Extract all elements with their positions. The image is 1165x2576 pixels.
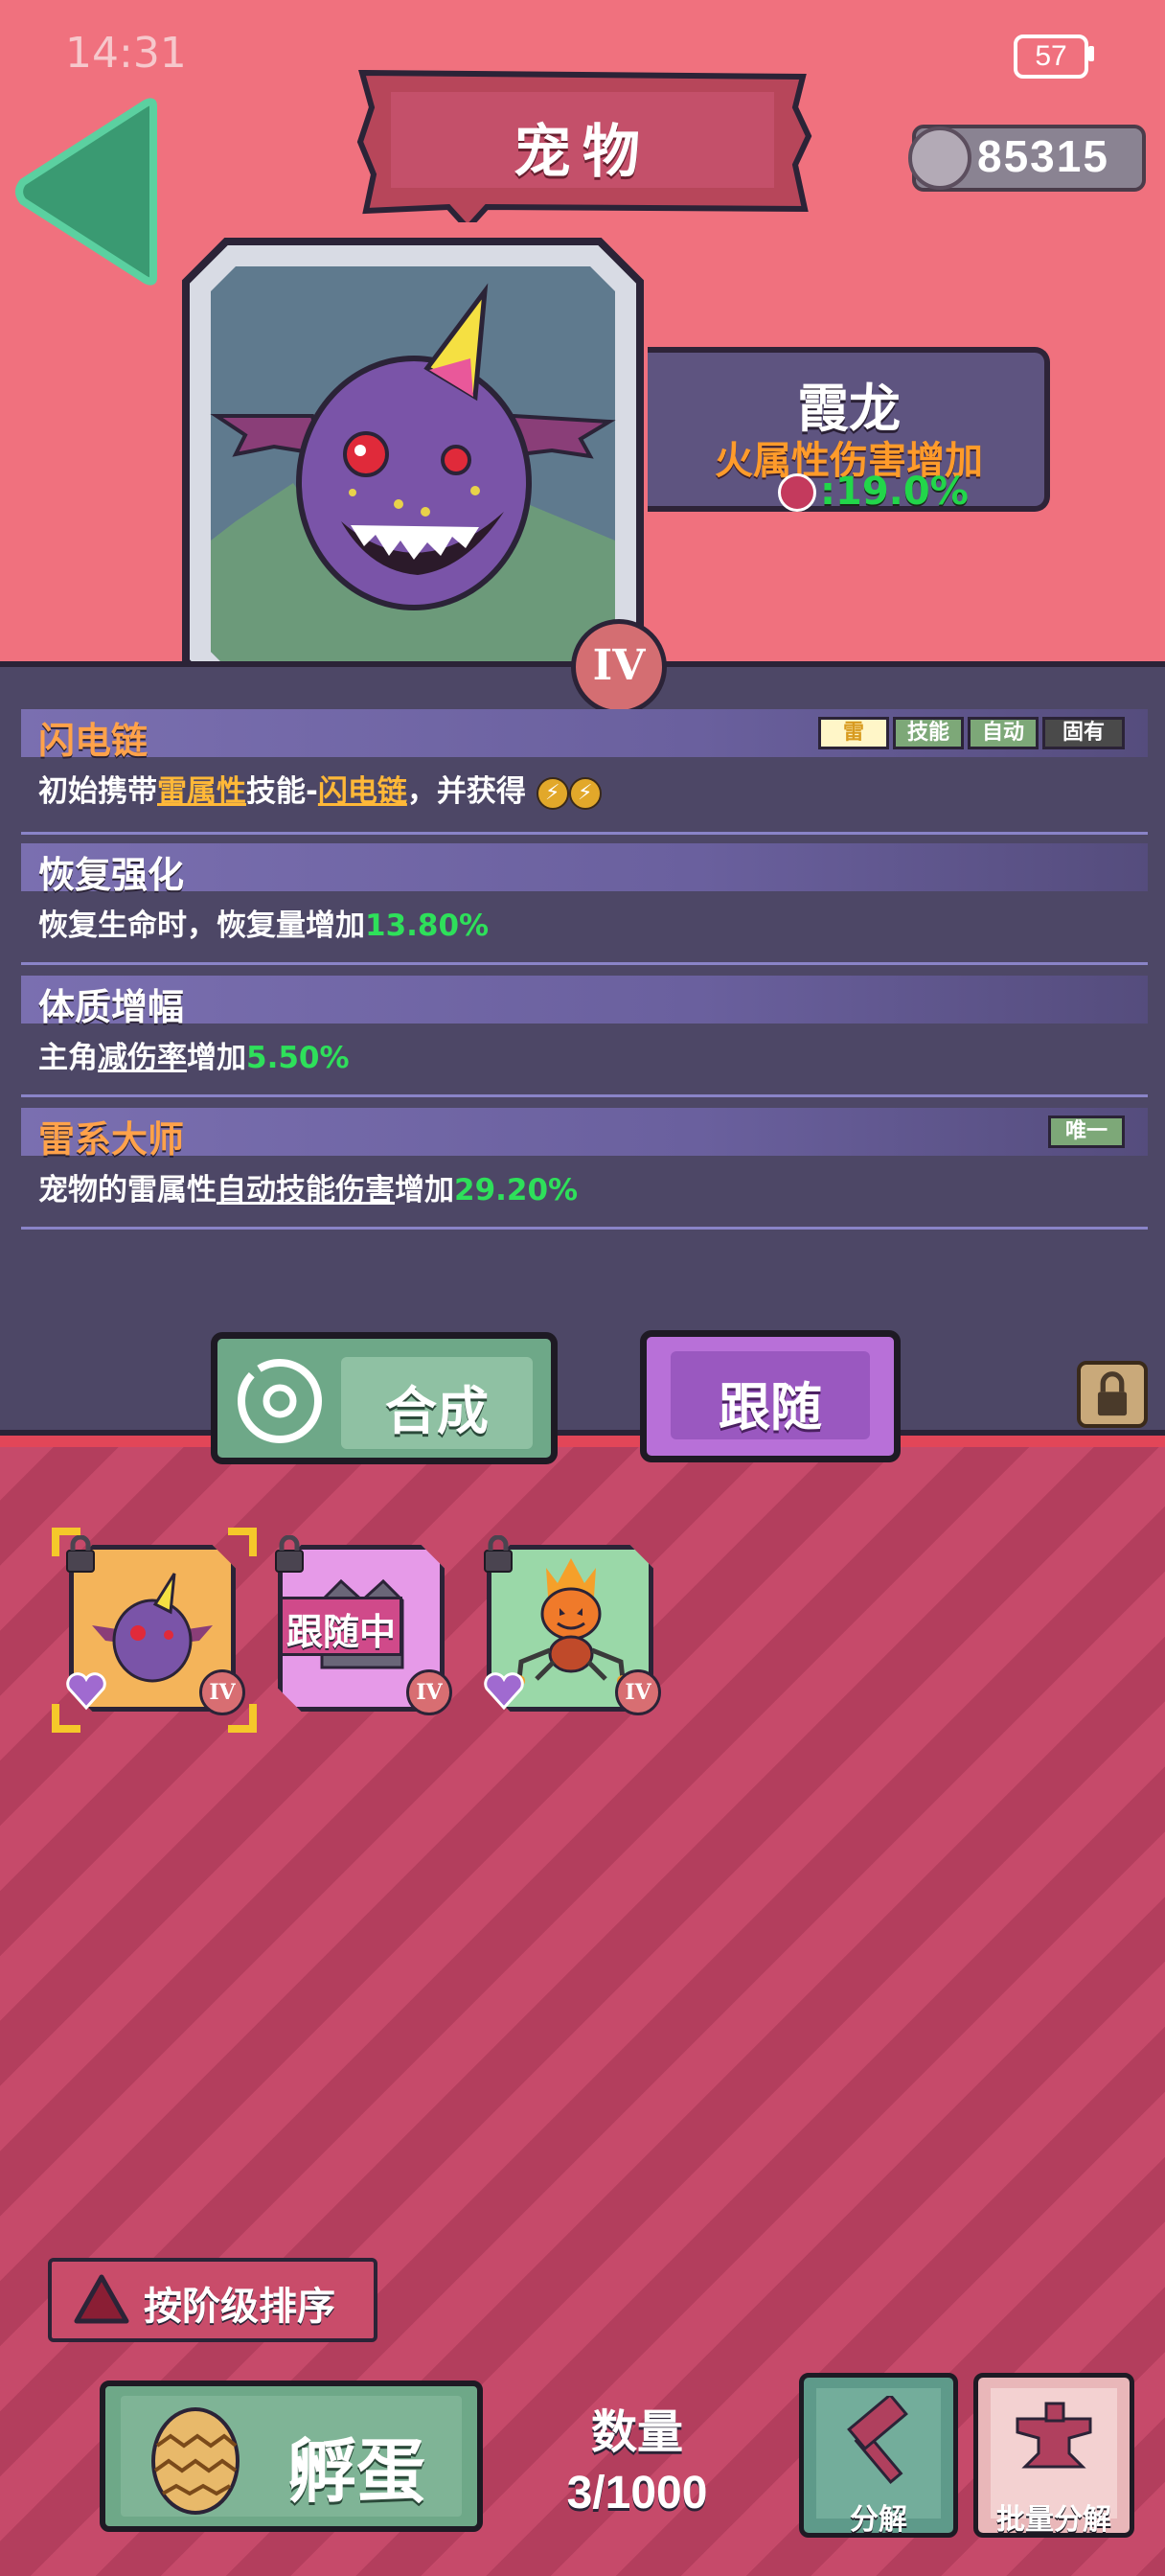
- desc-text: 主角: [38, 1041, 98, 1075]
- slot-lock-icon: [481, 1534, 515, 1574]
- desc-underlined: 自动技能伤害: [217, 1173, 395, 1208]
- desc-text: 增加: [395, 1173, 454, 1208]
- skill-title: 雷系大师: [38, 1118, 185, 1161]
- slot-rank-badge: IV: [615, 1669, 661, 1715]
- heart-shield-icon: [484, 1672, 524, 1711]
- skill-divider: [21, 1227, 1148, 1230]
- pet-thumbnail-purple-dragon: [92, 1573, 213, 1683]
- skill-description: 恢复生命时，恢复量增加13.80%: [38, 901, 489, 944]
- tag-skill: 技能: [893, 717, 964, 749]
- desc-value: 13.80%: [365, 908, 490, 943]
- batch-decompose-label: 批量分解: [996, 2503, 1111, 2537]
- desc-text: 宠物的雷属性: [38, 1173, 217, 1208]
- lock-icon[interactable]: [1077, 1361, 1148, 1428]
- pet-attribute-value: :19.0%: [820, 470, 969, 514]
- skill-title-bar: [21, 976, 1148, 1024]
- tag-innate: 固有: [1042, 717, 1125, 749]
- skill-divider: [21, 1094, 1148, 1097]
- desc-highlight-skill: 闪电链: [317, 774, 407, 809]
- skill-thunder-master: 雷系大师 唯一 宠物的雷属性自动技能伤害增加29.20%: [21, 1108, 1148, 1232]
- skill-divider: [21, 832, 1148, 835]
- page-title: 宠物: [514, 119, 651, 186]
- slot-rank-badge: IV: [406, 1669, 452, 1715]
- pet-portrait-card: [182, 238, 644, 705]
- decompose-label: 分解: [850, 2503, 907, 2537]
- egg-icon: [151, 2407, 240, 2515]
- slot-rank-badge: IV: [199, 1669, 245, 1715]
- back-arrow-icon[interactable]: [10, 96, 163, 288]
- count-label: 数量: [590, 2405, 683, 2459]
- slot-lock-icon: [63, 1534, 98, 1574]
- desc-value: 5.50%: [246, 1041, 350, 1075]
- skill-lightning-chain: 闪电链 雷 技能 自动 固有 初始携带雷属性技能-闪电链，并获得 ⚡ ⚡: [21, 709, 1148, 835]
- desc-text: 恢复生命时，恢复量增加: [38, 908, 365, 943]
- skill-recovery-boost: 恢复强化 恢复生命时，恢复量增加13.80%: [21, 843, 1148, 968]
- following-label: 跟随中: [286, 1611, 396, 1653]
- pet-rank-badge: IV: [571, 619, 667, 715]
- anvil-icon: [1016, 2402, 1092, 2469]
- tag-thunder: 雷: [818, 717, 889, 749]
- desc-text: ，并获得: [406, 774, 526, 809]
- battery-indicator: 57: [1014, 34, 1088, 79]
- desc-highlight-element: 雷属性: [157, 774, 246, 809]
- skill-title-bar: [21, 1108, 1148, 1156]
- desc-value: 29.20%: [454, 1173, 579, 1208]
- skill-title: 体质增幅: [38, 986, 185, 1028]
- coin-icon: [908, 126, 971, 190]
- slot-lock-icon: [272, 1534, 307, 1574]
- skill-title: 闪电链: [38, 720, 148, 762]
- lightning-icon: ⚡: [568, 776, 602, 810]
- skill-description: 初始携带雷属性技能-闪电链，并获得 ⚡ ⚡: [38, 767, 602, 810]
- skill-title-bar: [21, 843, 1148, 891]
- desc-underlined: 减伤率: [98, 1041, 187, 1075]
- skill-divider: [21, 962, 1148, 965]
- hammer-icon: [847, 2396, 908, 2485]
- divider-line: [0, 1436, 1165, 1447]
- sort-label: 按阶级排序: [144, 2285, 335, 2329]
- skill-constitution-boost: 体质增幅 主角减伤率增加5.50%: [21, 976, 1148, 1100]
- synthesize-label: 合成: [385, 1381, 489, 1441]
- battery-tip: [1088, 46, 1094, 61]
- currency-amount: 85315: [977, 131, 1109, 181]
- hatch-label: 孵蛋: [287, 2431, 426, 2512]
- lightning-icon: ⚡: [536, 776, 569, 810]
- skill-description: 主角减伤率增加5.50%: [38, 1033, 350, 1076]
- tag-unique: 唯一: [1048, 1116, 1125, 1148]
- tag-auto: 自动: [968, 717, 1039, 749]
- skill-title: 恢复强化: [38, 854, 185, 896]
- desc-text: 初始携带: [38, 774, 157, 809]
- follow-label: 跟随: [719, 1377, 822, 1438]
- skill-description: 宠物的雷属性自动技能伤害增加29.20%: [38, 1165, 578, 1208]
- fire-icon: [778, 473, 816, 512]
- status-time: 14:31: [65, 29, 187, 78]
- swirl-icon: [238, 1359, 322, 1443]
- heart-shield-icon: [66, 1672, 106, 1711]
- triangle-icon: [74, 2274, 129, 2324]
- desc-text: 增加: [187, 1041, 246, 1075]
- count-value: 3/1000: [566, 2468, 708, 2518]
- desc-text: 技能-: [246, 774, 318, 809]
